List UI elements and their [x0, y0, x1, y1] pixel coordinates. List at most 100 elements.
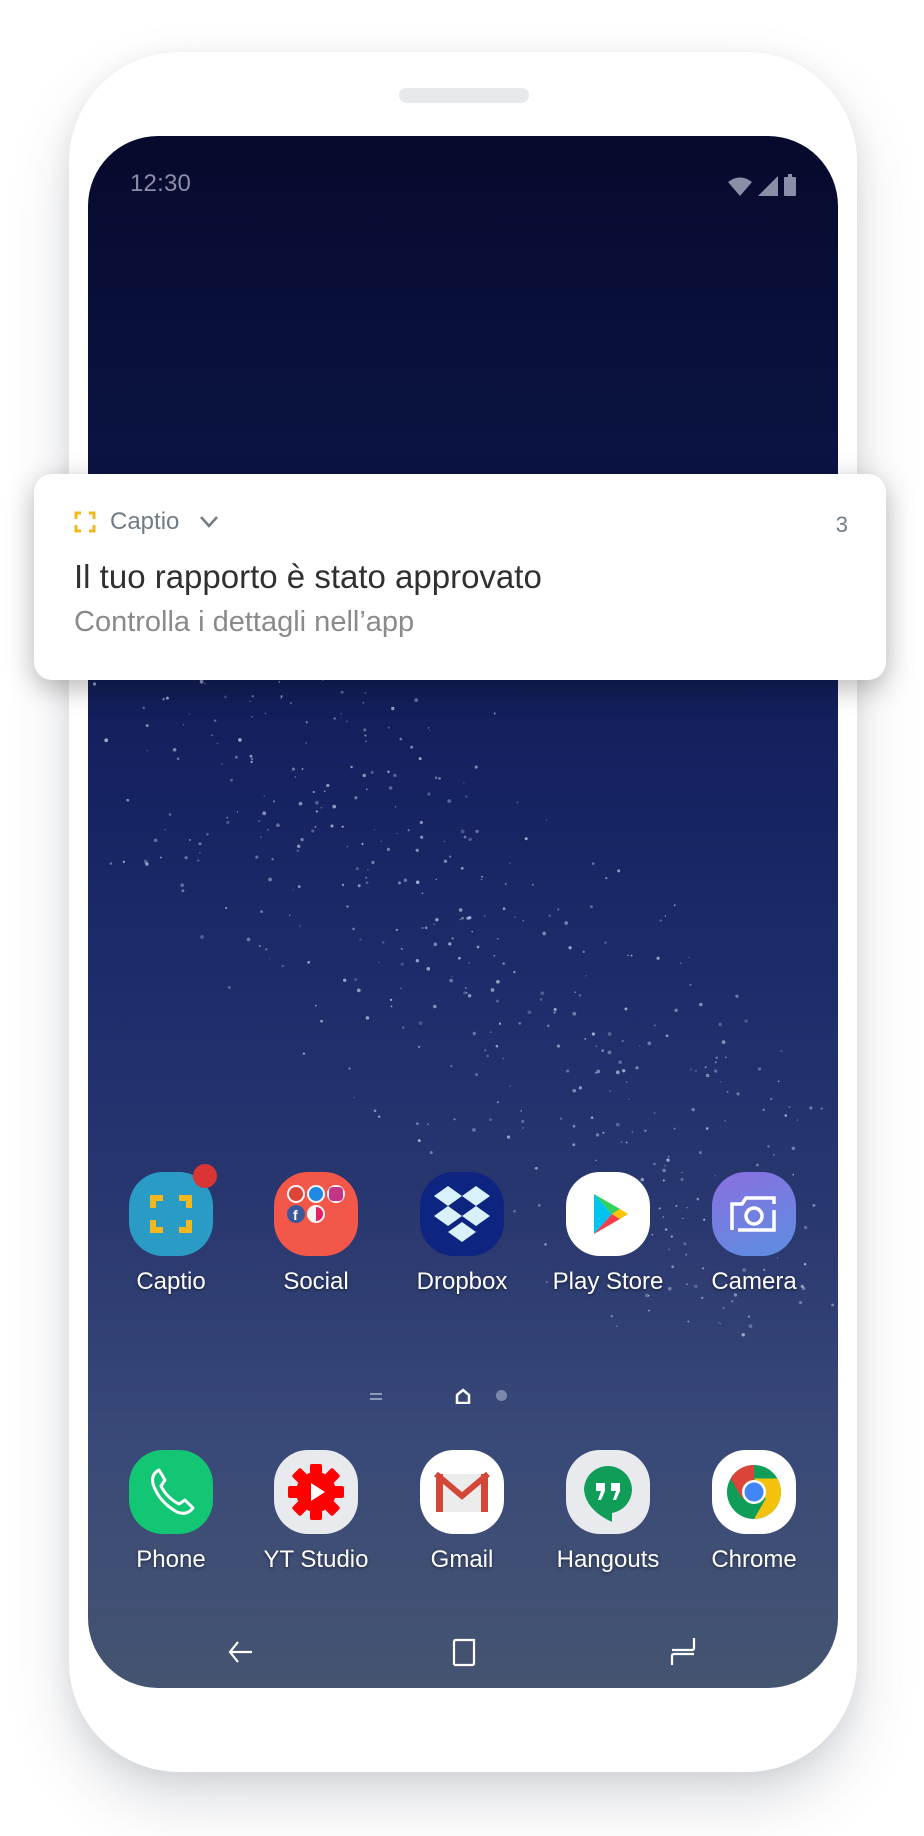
- wallpaper-star: [199, 679, 204, 684]
- wallpaper-star: [401, 1026, 405, 1029]
- wallpaper-star: [509, 1085, 512, 1088]
- apps-menu-icon[interactable]: [370, 1392, 382, 1402]
- wallpaper-star: [705, 1127, 709, 1130]
- wallpaper-star: [673, 904, 676, 907]
- wallpaper-star: [354, 978, 357, 981]
- wallpaper-star: [472, 1128, 476, 1132]
- wallpaper-star: [622, 1069, 626, 1073]
- wallpaper-star: [143, 859, 148, 864]
- captio-icon: [129, 1164, 217, 1256]
- wallpaper-star: [305, 742, 307, 744]
- wallpaper-star: [297, 885, 301, 888]
- wallpaper-star: [435, 918, 439, 922]
- wallpaper-star: [196, 859, 200, 862]
- yt-studio-icon: [274, 1450, 358, 1534]
- wallpaper-star: [226, 820, 230, 825]
- wallpaper-star: [289, 914, 291, 916]
- wallpaper-star: [234, 755, 238, 759]
- notification-card[interactable]: Captio 3 Il tuo rapporto è stato approva…: [34, 474, 886, 680]
- wallpaper-star: [180, 883, 185, 888]
- wallpaper-star: [364, 692, 366, 694]
- app-dropbox[interactable]: Dropbox: [389, 1172, 535, 1296]
- app-camera[interactable]: Camera: [681, 1172, 827, 1296]
- wallpaper-star: [311, 829, 315, 833]
- app-hangouts[interactable]: Hangouts: [535, 1450, 681, 1574]
- wallpaper-star: [184, 856, 188, 860]
- page-indicator: [88, 1386, 838, 1410]
- wallpaper-star: [756, 1163, 759, 1167]
- app-yt-studio[interactable]: YT Studio: [243, 1450, 389, 1574]
- wallpaper-star: [340, 713, 342, 715]
- wallpaper-star: [527, 1010, 532, 1015]
- wallpaper-star: [463, 835, 467, 839]
- wallpaper-star: [390, 1005, 393, 1008]
- page-dot-icon[interactable]: [496, 1390, 507, 1401]
- wallpaper-star: [513, 970, 516, 974]
- wallpaper-star: [724, 1056, 727, 1059]
- wallpaper-star: [591, 862, 595, 865]
- wallpaper-star: [522, 919, 525, 922]
- wallpaper-star: [609, 1090, 612, 1093]
- wallpaper-star: [332, 804, 337, 809]
- wallpaper-star: [146, 749, 149, 752]
- wallpaper-star: [458, 908, 463, 912]
- wallpaper-star: [265, 948, 268, 951]
- recents-icon[interactable]: [662, 1632, 702, 1672]
- wallpaper-star: [330, 824, 334, 828]
- wallpaper-star: [514, 916, 516, 918]
- wallpaper-star: [227, 986, 231, 989]
- wallpaper-star: [488, 1118, 493, 1122]
- wallpaper-star: [294, 776, 296, 778]
- wallpaper-star: [726, 1090, 729, 1093]
- wallpaper-star: [475, 1073, 479, 1077]
- wallpaper-star: [362, 701, 365, 704]
- wallpaper-star: [572, 1124, 576, 1128]
- wallpaper-star: [182, 724, 185, 726]
- notification-app-name: Captio: [110, 508, 180, 535]
- wallpaper-star: [320, 807, 323, 809]
- wallpaper-star: [357, 884, 361, 888]
- app-social[interactable]: f Social: [243, 1172, 389, 1296]
- wallpaper-star: [584, 1038, 587, 1040]
- app-chrome[interactable]: Chrome: [681, 1450, 827, 1574]
- wallpaper-star: [362, 773, 367, 778]
- wallpaper-star: [718, 1322, 720, 1324]
- wallpaper-star: [302, 1052, 306, 1055]
- wallpaper-star: [635, 1066, 639, 1070]
- wallpaper-star: [718, 1022, 722, 1026]
- wallpaper-star: [545, 819, 548, 821]
- wallpaper-star: [433, 1004, 437, 1009]
- wallpaper-star: [715, 1056, 718, 1060]
- app-phone[interactable]: Phone: [98, 1450, 244, 1574]
- wallpaper-star: [225, 906, 228, 910]
- wallpaper-star: [534, 1166, 538, 1170]
- hangouts-icon: [566, 1450, 650, 1534]
- wallpaper-star: [553, 1007, 557, 1012]
- wallpaper-star: [389, 998, 393, 1002]
- wallpaper-star: [340, 690, 344, 694]
- wallpaper-star: [698, 1151, 702, 1155]
- wallpaper-star: [188, 713, 191, 715]
- home-page-icon[interactable]: [455, 1388, 471, 1404]
- wallpaper-star: [560, 1117, 563, 1120]
- wallpaper-star: [647, 1041, 652, 1046]
- home-icon[interactable]: [444, 1632, 484, 1672]
- wallpaper-star: [216, 742, 219, 745]
- wallpaper-star: [556, 1044, 560, 1048]
- wallpaper-star: [719, 1322, 722, 1325]
- wallpaper-star: [498, 1022, 502, 1025]
- app-captio[interactable]: Captio: [98, 1164, 244, 1296]
- app-gmail[interactable]: Gmail: [389, 1450, 535, 1574]
- wallpaper-star: [291, 767, 295, 771]
- wallpaper-star: [627, 954, 629, 957]
- wallpaper-star: [326, 783, 330, 788]
- wallpaper-star: [418, 1021, 423, 1025]
- back-icon[interactable]: [222, 1632, 262, 1672]
- wallpaper-star: [420, 835, 424, 839]
- chevron-down-icon[interactable]: [199, 515, 219, 529]
- wallpaper-star: [502, 907, 506, 911]
- app-play-store[interactable]: Play Store: [535, 1172, 681, 1296]
- wallpaper-star: [476, 945, 480, 949]
- wallpaper-star: [522, 1127, 524, 1129]
- wallpaper-star: [578, 1086, 582, 1090]
